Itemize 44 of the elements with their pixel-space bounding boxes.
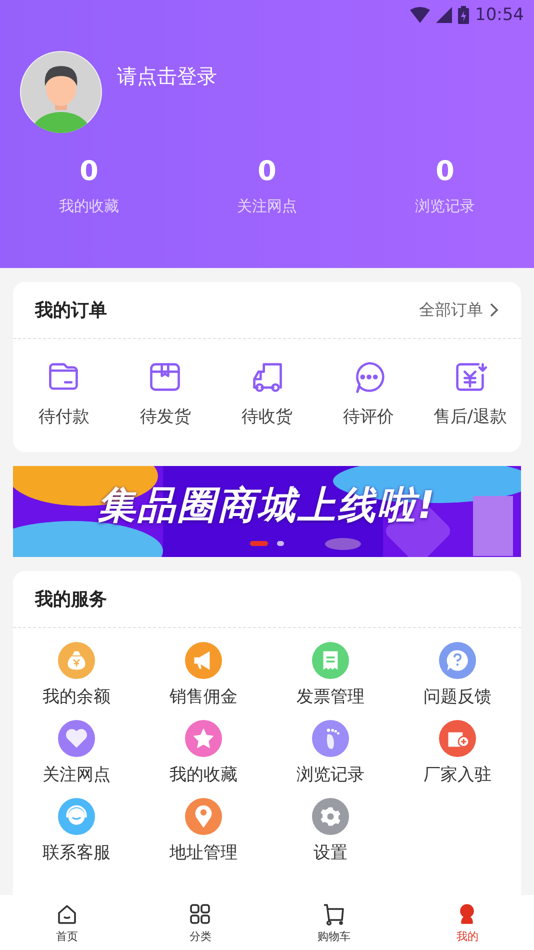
tab-item[interactable]: 首页: [0, 895, 134, 950]
service-label[interactable]: 销售佣金: [170, 685, 238, 708]
order-status-label[interactable]: 待付款: [38, 405, 90, 428]
battery-icon: [458, 6, 469, 24]
cart-icon: [322, 902, 346, 926]
megaphone-icon[interactable]: [185, 642, 222, 679]
order-status-label[interactable]: 待评价: [343, 405, 394, 428]
service-label[interactable]: 问题反馈: [424, 685, 492, 708]
order-status-label[interactable]: 待收货: [241, 405, 292, 428]
service-label[interactable]: 厂家入驻: [424, 763, 492, 786]
service-label[interactable]: 地址管理: [170, 841, 238, 864]
order-status-label[interactable]: 待发货: [140, 405, 191, 428]
service-label[interactable]: 发票管理: [296, 685, 364, 708]
all-orders-link[interactable]: 全部订单: [419, 300, 499, 320]
service-label[interactable]: 联系客服: [42, 841, 110, 864]
headset-icon[interactable]: [58, 798, 95, 835]
tab-item[interactable]: 购物车: [267, 895, 400, 950]
wifi-icon: [410, 7, 430, 23]
tab-item[interactable]: 分类: [134, 895, 267, 950]
avatar-icon[interactable]: [19, 50, 103, 134]
order-status-label[interactable]: 售后/退款: [433, 405, 508, 428]
stat-count: 0: [80, 156, 98, 187]
signal-icon: [436, 7, 452, 23]
receipt-icon[interactable]: [312, 642, 349, 679]
chevron-right-icon: [489, 302, 499, 318]
clock-time: 10:54: [475, 5, 524, 25]
login-prompt[interactable]: 请点击登录: [117, 62, 217, 90]
service-label[interactable]: 浏览记录: [296, 763, 364, 786]
footprint-icon[interactable]: [312, 720, 349, 757]
shop-plus-icon[interactable]: [439, 720, 476, 757]
tab-item[interactable]: 我的: [400, 895, 534, 950]
grid-icon: [188, 902, 212, 926]
stat-count: 0: [436, 156, 454, 187]
settings-icon[interactable]: [312, 798, 349, 835]
section-title: 我的服务: [35, 588, 107, 611]
service-label[interactable]: 关注网点: [42, 763, 110, 786]
section-title: 我的订单: [35, 299, 107, 322]
service-label[interactable]: 我的余额: [42, 685, 110, 708]
service-label[interactable]: 设置: [314, 841, 348, 864]
question-bubble-icon[interactable]: [439, 642, 476, 679]
money-bag-icon[interactable]: [58, 642, 95, 679]
stat-count: 0: [258, 156, 276, 187]
location-pin-icon[interactable]: [185, 798, 222, 835]
service-label[interactable]: 我的收藏: [170, 763, 238, 786]
